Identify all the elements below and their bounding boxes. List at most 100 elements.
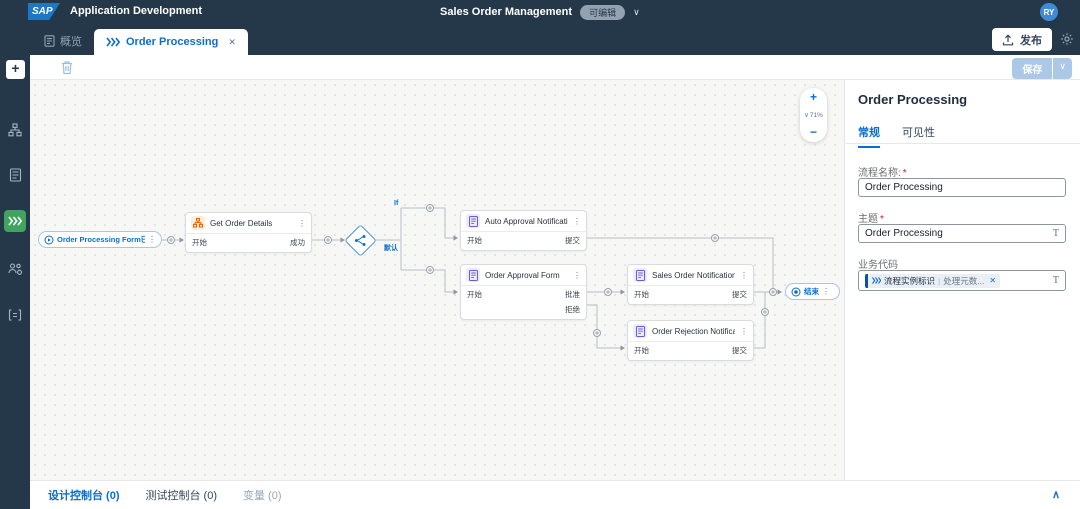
- node-title: Get Order Details: [210, 218, 273, 228]
- task-node-order-approval-form[interactable]: Order Approval Form ⋮ 开始 批准 拒绝: [460, 264, 587, 320]
- node-title: Order Rejection Notificat..: [652, 326, 735, 336]
- sidebar-item-hierarchy[interactable]: [4, 119, 26, 141]
- token-remove-icon[interactable]: ✕: [989, 276, 996, 285]
- save-split-button: 保存 ∨: [1012, 58, 1072, 79]
- subject-label: 主题 *: [858, 214, 884, 225]
- process-name-input[interactable]: [865, 182, 1059, 193]
- sidebar-item-datatypes[interactable]: [4, 304, 26, 326]
- node-output-label: 拒绝: [565, 305, 580, 314]
- process-chevrons-icon: [8, 216, 22, 226]
- overflow-menu-icon[interactable]: ⋮: [573, 271, 581, 280]
- node-output-label: 提交: [565, 236, 580, 245]
- node-output-label: 提交: [732, 290, 747, 299]
- canvas-toolbar: 保存 ∨: [30, 55, 1080, 80]
- zoom-level[interactable]: ∨ 71%: [804, 111, 823, 120]
- overflow-menu-icon[interactable]: ⋮: [822, 287, 830, 296]
- play-circle-icon: [44, 235, 54, 244]
- sidebar-item-process[interactable]: [4, 210, 26, 232]
- task-node-get-order-details[interactable]: Get Order Details ⋮ 开始 成功: [185, 212, 312, 253]
- end-node-label: 结束: [804, 287, 819, 296]
- sidebar-item-forms[interactable]: [4, 164, 26, 186]
- process-canvas[interactable]: Order Processing Form已提交 ⋮ Get Order Det…: [30, 80, 845, 480]
- properties-panel: Order Processing 常规 可见性 流程名称:* 主题* T 业务代…: [846, 80, 1080, 480]
- tab-label: Order Processing: [126, 36, 219, 48]
- avatar[interactable]: RY: [1040, 3, 1058, 21]
- subject-input[interactable]: [865, 228, 1053, 239]
- sap-logo: SAP: [28, 3, 60, 20]
- form-icon: [466, 268, 480, 282]
- publish-label: 发布: [1020, 34, 1042, 47]
- overflow-menu-icon[interactable]: ⋮: [148, 235, 156, 244]
- overflow-menu-icon[interactable]: ⋮: [740, 271, 748, 280]
- add-artifact-button[interactable]: +: [6, 60, 25, 79]
- node-title: Order Approval Form: [485, 270, 560, 280]
- document-icon: [44, 35, 55, 47]
- task-node-sales-order-notification[interactable]: Sales Order Notification ⋮ 开始 提交: [627, 264, 754, 305]
- save-chevron-down-icon[interactable]: ∨: [1053, 58, 1072, 79]
- form-icon: [633, 268, 647, 282]
- delete-trash-icon[interactable]: [60, 60, 74, 80]
- variables-tab[interactable]: 变量 (0): [243, 487, 282, 503]
- zoom-in-button[interactable]: +: [810, 91, 817, 103]
- status-badge: 可编辑: [580, 4, 626, 20]
- process-name-field-wrap: [858, 178, 1066, 197]
- brackets-icon: [8, 309, 22, 321]
- business-key-token[interactable]: 流程实例标识 | 处理元数... ✕: [865, 273, 1001, 288]
- token-primary-text: 流程实例标识: [884, 275, 936, 286]
- form-list-icon: [9, 168, 21, 182]
- overflow-menu-icon[interactable]: ⋮: [573, 217, 581, 226]
- overflow-menu-icon[interactable]: ⋮: [740, 327, 748, 336]
- text-type-icon[interactable]: T: [1053, 228, 1059, 239]
- console-bar: 设计控制台 (0) 测试控制台 (0) 变量 (0) ∧: [30, 480, 1080, 509]
- settings-gear-icon[interactable]: [1060, 32, 1074, 51]
- node-input-label: 开始: [634, 290, 649, 299]
- publish-button[interactable]: 发布: [992, 28, 1052, 51]
- node-output-label: 批准: [565, 290, 580, 299]
- sitemap-icon: [8, 123, 22, 137]
- business-key-field[interactable]: 流程实例标识 | 处理元数... ✕ T: [858, 270, 1066, 291]
- process-name-label: 流程名称: *: [858, 168, 907, 179]
- text-type-icon[interactable]: T: [1053, 275, 1059, 286]
- node-input-label: 开始: [634, 346, 649, 355]
- node-title: Sales Order Notification: [652, 270, 735, 280]
- tab-order-processing[interactable]: Order Processing ✕: [94, 29, 248, 55]
- task-node-order-rejection-notification[interactable]: Order Rejection Notificat.. ⋮ 开始 提交: [627, 320, 754, 361]
- panel-tabs: 常规 可见性: [858, 124, 935, 148]
- business-key-label: 业务代码: [858, 260, 898, 271]
- node-input-label: 开始: [467, 290, 482, 299]
- tab-overview[interactable]: 概览: [44, 33, 82, 49]
- node-input-label: 开始: [192, 238, 207, 247]
- end-circle-icon: [791, 287, 801, 296]
- project-chevron-down-icon[interactable]: ∨: [633, 7, 640, 18]
- overflow-menu-icon[interactable]: ⋮: [298, 219, 306, 228]
- form-icon: [633, 324, 647, 338]
- end-node[interactable]: 结束 ⋮: [785, 283, 840, 300]
- people-gear-icon: [7, 263, 22, 275]
- design-console-tab[interactable]: 设计控制台 (0): [48, 487, 120, 503]
- test-console-tab[interactable]: 测试控制台 (0): [146, 487, 218, 503]
- zoom-out-button[interactable]: −: [810, 126, 817, 138]
- start-trigger-node[interactable]: Order Processing Form已提交 ⋮: [38, 231, 162, 248]
- process-chevrons-icon: [106, 37, 120, 47]
- sidebar-item-automation[interactable]: [4, 258, 26, 280]
- branch-label-if[interactable]: If: [394, 200, 398, 207]
- collapse-chevron-up-icon[interactable]: ∧: [1052, 488, 1060, 501]
- process-chevrons-icon: [872, 277, 881, 284]
- tab-general[interactable]: 常规: [858, 124, 880, 148]
- project-switcher: Sales Order Management 可编辑 ∨: [440, 0, 640, 24]
- node-input-label: 开始: [467, 236, 482, 245]
- tab-close-icon[interactable]: ✕: [228, 37, 236, 48]
- app-title: Application Development: [70, 5, 203, 17]
- task-node-auto-approval-notification[interactable]: Auto Approval Notificatio.. ⋮ 开始 提交: [460, 210, 587, 251]
- save-button[interactable]: 保存: [1012, 58, 1053, 79]
- left-navigation-rail: +: [0, 24, 30, 509]
- branch-label-default[interactable]: 默认: [384, 243, 398, 253]
- node-title: Auto Approval Notificatio..: [485, 216, 568, 226]
- tab-visibility[interactable]: 可见性: [902, 124, 935, 148]
- zoom-control: + ∨ 71% −: [800, 88, 827, 142]
- form-icon: [466, 214, 480, 228]
- project-name: Sales Order Management: [440, 6, 573, 18]
- subject-field-wrap: T: [858, 224, 1066, 243]
- app-window: SAP Application Development Sales Order …: [0, 0, 1080, 509]
- upload-icon: [1002, 33, 1014, 45]
